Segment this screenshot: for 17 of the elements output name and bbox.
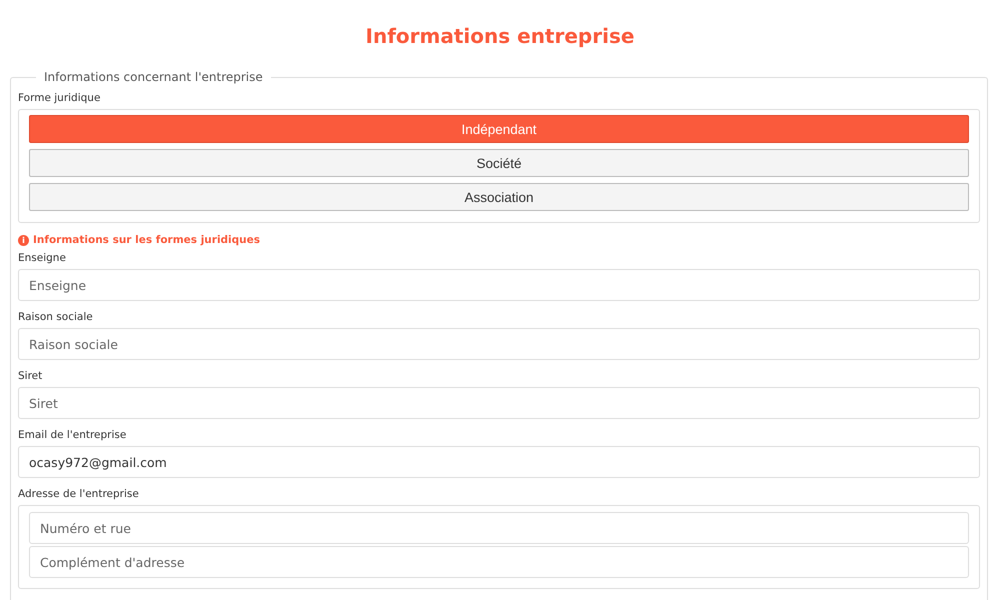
text-field[interactable]: Numéro et rue [29, 512, 969, 544]
text-field[interactable]: Raison sociale [18, 328, 980, 360]
page-title: Informations entreprise [366, 24, 634, 48]
legal-form-option[interactable]: Société [29, 149, 969, 177]
info-icon: i [18, 234, 29, 246]
field-label: Siret [18, 370, 42, 382]
text-field[interactable]: ocasy972@gmail.com [18, 446, 980, 478]
field-label: Forme juridique [18, 92, 100, 104]
field-label: Raison sociale [18, 311, 93, 323]
legal-form-option[interactable]: Association [29, 183, 969, 211]
field-label: Adresse de l'entreprise [18, 488, 139, 500]
section-legend: Informations concernant l'entreprise [36, 70, 271, 84]
text-field[interactable]: Enseigne [18, 269, 980, 301]
field-label: Email de l'entreprise [18, 429, 126, 441]
text-field[interactable]: Siret [18, 387, 980, 419]
text-field[interactable]: Complément d'adresse [29, 546, 969, 578]
field-label: Enseigne [18, 252, 66, 264]
